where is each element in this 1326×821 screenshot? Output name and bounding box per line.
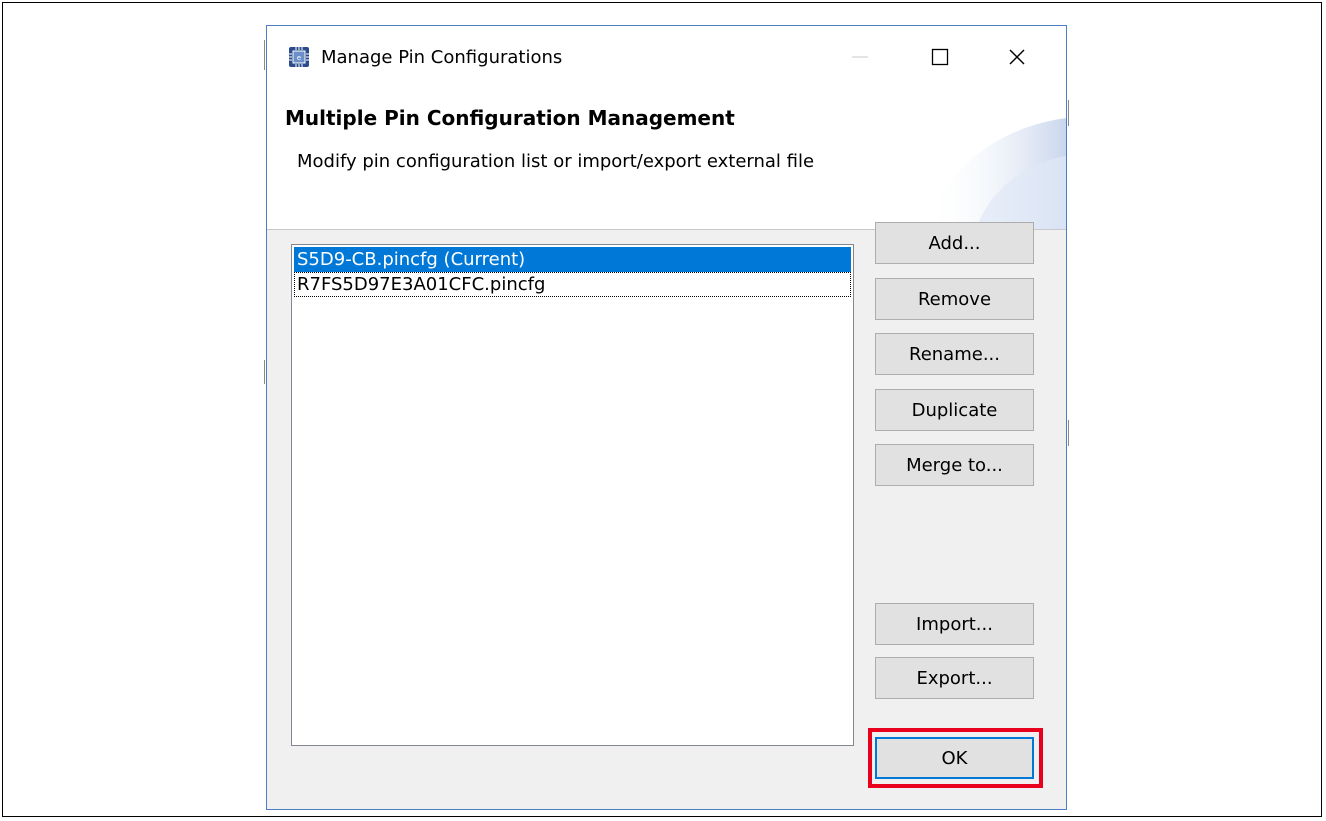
remove-button[interactable]: Remove [875,278,1034,320]
background-artifact [264,360,265,384]
header-description: Modify pin configuration list or import/… [297,151,815,172]
maximize-icon [931,48,949,66]
merge-to-button[interactable]: Merge to... [875,444,1034,486]
export-button[interactable]: Export... [875,657,1034,699]
minimize-icon [852,56,868,58]
window-title: Manage Pin Configurations [321,47,563,68]
title-bar[interactable]: e Manage Pin Configurations [267,26,1066,88]
dialog-header: Multiple Pin Configuration Management Mo… [267,88,1066,230]
background-artifact [1068,100,1069,126]
chip-app-icon: e [288,46,310,68]
list-item[interactable]: R7FS5D97E3A01CFC.pincfg [294,272,851,297]
pin-config-list[interactable]: S5D9-CB.pincfg (Current) R7FS5D97E3A01CF… [291,244,854,746]
rename-button[interactable]: Rename... [875,333,1034,375]
close-button[interactable] [984,26,1050,88]
svg-text:e: e [297,54,301,62]
background-artifact [1068,420,1069,446]
maximize-button[interactable] [907,26,973,88]
minimize-button[interactable] [827,26,893,88]
add-button[interactable]: Add... [875,222,1034,264]
close-icon [1009,49,1025,65]
list-item[interactable]: S5D9-CB.pincfg (Current) [294,247,851,272]
manage-pin-configurations-dialog: e Manage Pin Configurations Multiple Pin… [266,25,1067,810]
ok-highlight-box [868,728,1043,788]
background-artifact [264,40,265,70]
duplicate-button[interactable]: Duplicate [875,389,1034,431]
import-button[interactable]: Import... [875,603,1034,645]
header-decoration [926,118,1066,229]
header-title: Multiple Pin Configuration Management [285,106,735,130]
